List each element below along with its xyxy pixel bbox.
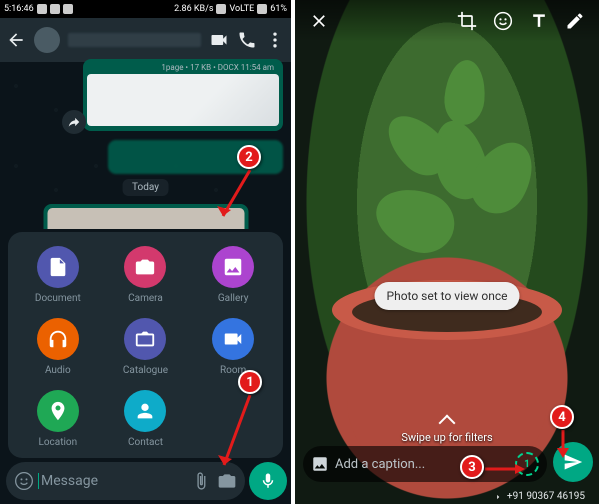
status-app-icon <box>63 4 73 14</box>
catalogue-icon <box>134 328 156 350</box>
attachment-gallery[interactable]: Gallery <box>189 246 277 304</box>
attach-button[interactable] <box>189 469 213 493</box>
document-thumbnail <box>87 74 279 126</box>
preview-toolbar <box>295 0 599 42</box>
status-signal-icon <box>216 4 226 14</box>
headphones-icon <box>47 328 69 350</box>
document-message-bubble[interactable]: 1page • 17 KB • DOCX 11:54 am <box>83 59 283 131</box>
back-button[interactable] <box>6 30 26 50</box>
document-meta: 1page • 17 KB • DOCX 11:54 am <box>87 63 279 72</box>
status-battery: 61% <box>270 4 287 14</box>
more-options-button[interactable] <box>265 30 285 50</box>
message-input-bar: Message <box>6 462 245 500</box>
attachment-label: Document <box>35 293 81 304</box>
annotation-badge-2: 2 <box>237 145 261 169</box>
recipient-number: +91 90367 46195 <box>507 491 585 502</box>
draw-button[interactable] <box>561 7 589 35</box>
add-photo-button[interactable] <box>311 455 329 473</box>
status-time: 5:16:46 <box>4 4 34 14</box>
recipient-chip[interactable]: +91 90367 46195 <box>493 491 585 502</box>
contact-avatar[interactable] <box>34 27 60 53</box>
status-app-icon <box>50 4 60 14</box>
attachment-label: Camera <box>128 293 163 304</box>
attachment-label: Contact <box>128 437 163 448</box>
date-separator: Today <box>122 179 169 196</box>
message-input[interactable]: Message <box>38 473 187 489</box>
crop-button[interactable] <box>453 7 481 35</box>
contact-name[interactable] <box>68 33 201 47</box>
attachment-contact[interactable]: Contact <box>102 390 190 448</box>
attachment-catalogue[interactable]: Catalogue <box>102 318 190 376</box>
contact-icon <box>134 400 156 422</box>
emoji-button[interactable] <box>12 469 36 493</box>
attachment-label: Gallery <box>218 293 249 304</box>
document-icon <box>47 256 69 278</box>
attachment-audio[interactable]: Audio <box>14 318 102 376</box>
forward-badge[interactable] <box>62 110 86 134</box>
status-net-speed: 2.86 KB/s <box>174 4 213 14</box>
attachment-room[interactable]: Room <box>189 318 277 376</box>
attachment-label: Catalogue <box>123 365 168 376</box>
annotation-badge-1: 1 <box>238 370 262 394</box>
attachment-camera[interactable]: Camera <box>102 246 190 304</box>
whatsapp-chat-screen: 5:16:46 2.86 KB/s VoLTE 61% 1page • 17 K… <box>0 0 295 504</box>
room-icon <box>222 328 244 350</box>
whatsapp-image-preview-screen: Photo set to view once Swipe up for filt… <box>295 0 599 504</box>
annotation-badge-3: 3 <box>460 455 484 479</box>
attachment-label: Audio <box>45 365 71 376</box>
status-signal-icon <box>257 4 267 14</box>
close-preview-button[interactable] <box>305 7 333 35</box>
view-once-toast: Photo set to view once <box>375 282 520 310</box>
video-call-button[interactable] <box>209 30 229 50</box>
status-app-icon <box>37 4 47 14</box>
text-button[interactable] <box>525 7 553 35</box>
attachment-location[interactable]: Location <box>14 390 102 448</box>
chat-header <box>0 18 291 62</box>
camera-icon <box>134 256 156 278</box>
attachment-label: Location <box>38 437 77 448</box>
gallery-icon <box>222 256 244 278</box>
sticker-button[interactable] <box>489 7 517 35</box>
annotation-badge-4: 4 <box>550 405 574 429</box>
android-status-bar: 5:16:46 2.86 KB/s VoLTE 61% <box>0 0 291 18</box>
attachment-document[interactable]: Document <box>14 246 102 304</box>
location-icon <box>47 400 69 422</box>
voice-call-button[interactable] <box>237 30 257 50</box>
status-volte: VoLTE <box>229 4 254 14</box>
